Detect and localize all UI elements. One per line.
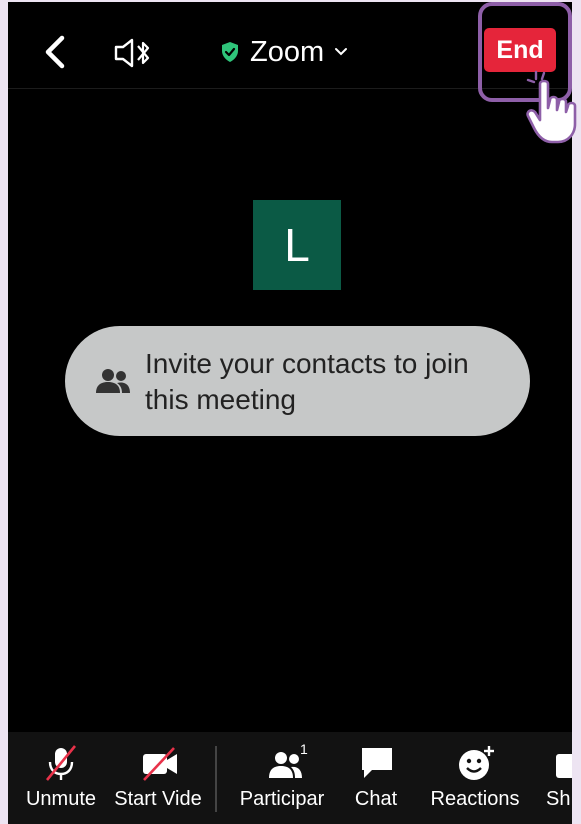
meeting-screen: Zoom L Invite your contacts to join this… [8,2,572,824]
start-video-label: Start Vide [114,788,202,810]
share-label: Sh [546,788,571,810]
share-button[interactable]: Sh [540,732,572,824]
chat-icon [362,748,392,778]
avatar-initial: L [284,219,310,271]
end-meeting-button[interactable]: End [484,28,556,72]
back-icon[interactable] [38,32,74,72]
invite-contacts-banner[interactable]: Invite your contacts to join this meetin… [65,326,530,436]
shield-check-icon [222,42,238,62]
unmute-button[interactable]: Unmute [14,732,108,824]
chat-label: Chat [354,788,398,810]
toolbar-divider [215,746,217,812]
contacts-icon [96,369,130,393]
unmute-label: Unmute [25,788,97,810]
participants-label: Participar [239,788,325,810]
tap-hand-icon [526,70,577,144]
chevron-down-icon [335,48,348,56]
meeting-toolbar: Unmute Start Vide 1 Participar Chat Reac… [8,732,572,824]
participants-icon: 1 [269,744,308,778]
reactions-icon [459,746,494,780]
participant-count: 1 [300,744,308,757]
reactions-button[interactable]: Reactions [424,732,526,824]
meeting-title-dropdown[interactable]: Zoom [220,30,348,74]
reactions-label: Reactions [430,788,520,810]
video-off-icon [143,747,177,781]
participant-avatar: L [253,200,341,290]
meeting-title: Zoom [250,35,325,68]
speaker-bluetooth-icon[interactable] [112,36,152,70]
share-icon [556,754,572,778]
participants-button[interactable]: 1 Participar [232,732,332,824]
microphone-off-icon [45,745,77,781]
chat-button[interactable]: Chat [338,732,414,824]
start-video-button[interactable]: Start Vide [106,732,210,824]
invite-text: Invite your contacts to join this meetin… [145,348,469,415]
